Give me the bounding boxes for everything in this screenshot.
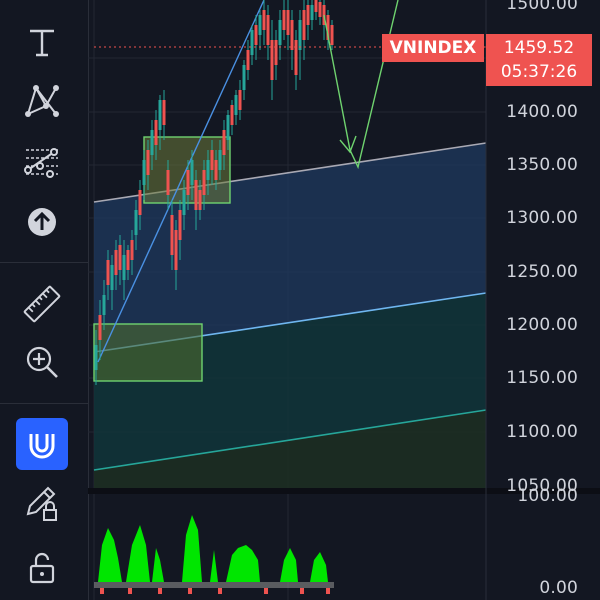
magnet-icon xyxy=(29,434,55,459)
price-axis-label: 1350.00 xyxy=(506,155,578,175)
arrow-up-circle-icon xyxy=(28,208,56,236)
price-axis-label: 1100.00 xyxy=(506,422,578,442)
symbol-tag[interactable]: VNINDEX xyxy=(382,34,484,62)
forecast-tool-icon xyxy=(24,148,58,178)
last-price-value: 1459.52 xyxy=(503,38,575,58)
chart-pane[interactable]: 1500.00 1400.00 1350.00 1300.00 1250.00 … xyxy=(88,0,600,600)
pencil-lock-icon xyxy=(26,486,57,521)
price-axis-label: 1250.00 xyxy=(506,262,578,282)
bar-countdown: 05:37:26 xyxy=(500,62,578,82)
price-axis-label: 1500.00 xyxy=(506,0,578,14)
price-axis-label: 1200.00 xyxy=(506,315,578,335)
long-position-button[interactable] xyxy=(16,196,68,248)
unlock-icon xyxy=(29,552,55,584)
price-axis-label: 1300.00 xyxy=(506,208,578,228)
ruler-icon xyxy=(23,285,61,323)
projection-path[interactable] xyxy=(323,0,399,170)
lock-drawings-button[interactable] xyxy=(16,478,68,530)
price-axis-label: 1400.00 xyxy=(506,102,578,122)
last-price-tag: 1459.52 05:37:26 xyxy=(486,34,592,86)
unlock-button[interactable] xyxy=(16,542,68,594)
drawing-toolbar xyxy=(0,0,89,600)
chart-canvas[interactable] xyxy=(88,0,600,600)
pattern-tool-icon xyxy=(25,85,59,117)
consolidation-box-lower[interactable] xyxy=(93,323,203,382)
indicator-axis-label: 100.00 xyxy=(517,486,578,506)
zoom-in-button[interactable] xyxy=(16,336,68,388)
toolbar-divider xyxy=(0,403,88,404)
price-axis-label: 1150.00 xyxy=(506,368,578,388)
ruler-button[interactable] xyxy=(16,278,68,330)
zoom-in-icon xyxy=(26,346,58,378)
pattern-tool-button[interactable] xyxy=(16,74,68,126)
text-tool-button[interactable] xyxy=(16,16,68,68)
indicator-axis-label: 0.00 xyxy=(539,578,578,598)
forecast-tool-button[interactable] xyxy=(16,136,68,188)
toolbar-divider xyxy=(0,262,88,263)
text-tool-icon xyxy=(30,29,54,57)
indicator-histogram xyxy=(94,515,334,594)
magnet-mode-button[interactable] xyxy=(16,418,68,470)
